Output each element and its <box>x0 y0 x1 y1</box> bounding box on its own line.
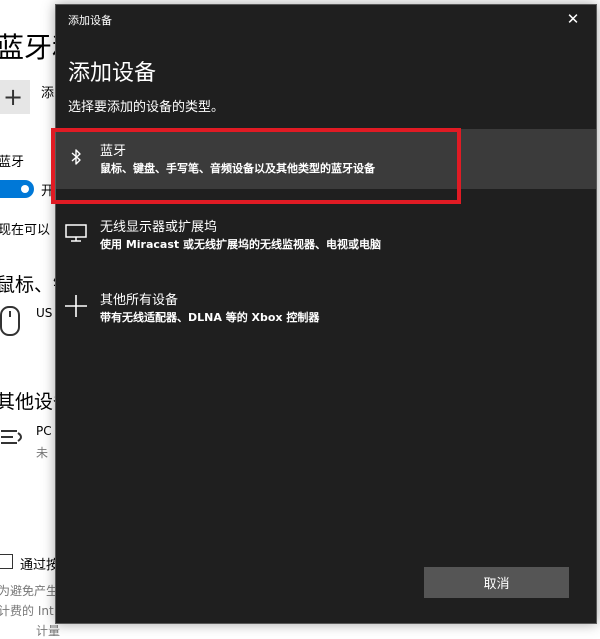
metered-checkbox[interactable] <box>0 554 13 569</box>
close-button[interactable]: ✕ <box>550 5 596 33</box>
close-icon: ✕ <box>566 10 580 28</box>
fine-print-line-3: 计量 <box>36 624 61 638</box>
option-description: 鼠标、键盘、手写笔、音频设备以及其他类型的蓝牙设备 <box>100 162 375 175</box>
mouse-device-name[interactable]: US <box>36 306 52 320</box>
metered-checkbox-label: 通过按 <box>20 558 60 573</box>
toggle-state-label: 开 <box>41 184 55 199</box>
add-device-dialog: 添加设备 ✕ 添加设备 选择要添加的设备的类型。 蓝牙 鼠标、键盘、手写笔、音频… <box>55 4 597 624</box>
option-everything-else[interactable]: 其他所有设备 带有无线适配器、DLNA 等的 Xbox 控制器 <box>56 278 596 338</box>
option-wireless-display[interactable]: 无线显示器或扩展坞 使用 Miracast 或无线扩展坞的无线监视器、电视或电脑 <box>56 205 596 265</box>
cancel-button[interactable]: 取消 <box>424 567 569 598</box>
option-name: 无线显示器或扩展坞 <box>100 220 218 235</box>
other-device-name[interactable]: PC <box>36 424 52 438</box>
option-name: 蓝牙 <box>100 144 127 159</box>
bluetooth-icon <box>64 145 88 169</box>
bluetooth-toggle[interactable] <box>0 180 34 198</box>
plus-icon: + <box>2 83 24 111</box>
fine-print-line-2: 计费的 Int <box>0 604 54 618</box>
plus-icon <box>64 294 88 318</box>
dialog-titlebar: 添加设备 ✕ <box>56 5 596 33</box>
discoverable-text: 现在可以 <box>0 223 51 238</box>
dialog-heading: 添加设备 <box>68 61 157 86</box>
add-device-label: 添 <box>41 86 55 101</box>
option-description: 带有无线适配器、DLNA 等的 Xbox 控制器 <box>100 311 320 324</box>
add-device-button[interactable]: + <box>0 80 30 114</box>
bluetooth-label: 蓝牙 <box>0 155 25 170</box>
other-device-status: 未 <box>36 446 49 460</box>
option-bluetooth[interactable]: 蓝牙 鼠标、键盘、手写笔、音频设备以及其他类型的蓝牙设备 <box>56 129 596 189</box>
fine-print-line-1: 为避免产生 <box>0 584 59 598</box>
dialog-subtitle: 选择要添加的设备的类型。 <box>68 100 225 115</box>
monitor-icon <box>64 221 88 245</box>
option-name: 其他所有设备 <box>100 293 179 308</box>
mouse-icon <box>0 306 20 336</box>
keyboard-icon <box>1 430 22 444</box>
option-description: 使用 Miracast 或无线扩展坞的无线监视器、电视或电脑 <box>100 238 381 251</box>
window-title: 添加设备 <box>68 14 112 27</box>
